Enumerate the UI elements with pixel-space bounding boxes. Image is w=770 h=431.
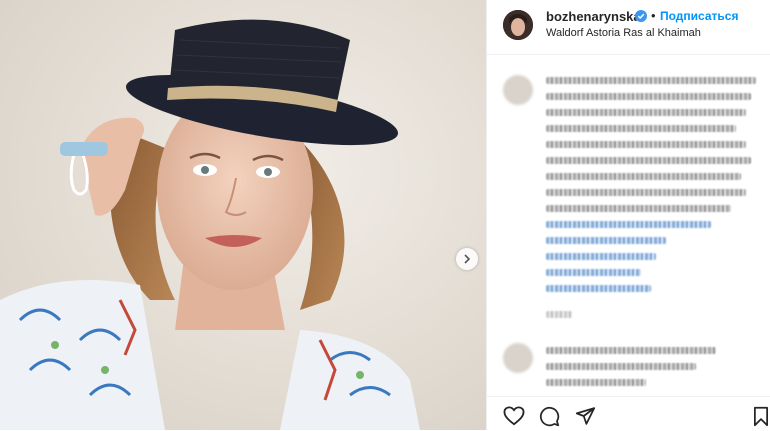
blurred-comment — [546, 363, 696, 370]
bookmark-icon[interactable] — [753, 406, 769, 427]
blurred-hashtags[interactable] — [546, 269, 641, 276]
post-header: bozhenarynska • Подписаться Waldorf Asto… — [487, 0, 770, 55]
comments-section — [487, 55, 770, 395]
heart-icon[interactable] — [503, 406, 525, 426]
comment-icon[interactable] — [539, 406, 560, 427]
blurred-timestamp — [546, 311, 572, 318]
blurred-hashtags[interactable] — [546, 285, 651, 292]
separator-dot: • — [651, 8, 656, 23]
next-photo-button[interactable] — [456, 248, 478, 270]
share-icon[interactable] — [575, 406, 596, 426]
follow-button[interactable]: Подписаться — [660, 9, 738, 23]
caption-avatar[interactable] — [503, 75, 533, 105]
blurred-comment — [546, 379, 646, 386]
avatar[interactable] — [503, 10, 533, 40]
blurred-text — [546, 189, 746, 196]
blurred-text — [546, 157, 751, 164]
blurred-text — [546, 173, 741, 180]
username-link[interactable]: bozhenarynska — [546, 9, 641, 24]
avatar-image — [503, 10, 533, 40]
blurred-hashtags[interactable] — [546, 253, 656, 260]
blurred-text — [546, 141, 746, 148]
location-link[interactable]: Waldorf Astoria Ras al Khaimah — [546, 27, 701, 39]
blurred-comment — [546, 347, 716, 354]
post-photo[interactable] — [0, 0, 486, 430]
blurred-text — [546, 125, 736, 132]
blurred-text — [546, 77, 756, 84]
blurred-text — [546, 109, 746, 116]
commenter-avatar[interactable] — [503, 343, 533, 373]
blurred-hashtags[interactable] — [546, 221, 711, 228]
post-actions — [487, 396, 770, 431]
blurred-text — [546, 205, 731, 212]
post-side-panel: bozhenarynska • Подписаться Waldorf Asto… — [486, 0, 770, 430]
blurred-text — [546, 93, 751, 100]
blurred-hashtags[interactable] — [546, 237, 666, 244]
verified-badge-icon — [635, 10, 647, 22]
photo-image — [0, 0, 486, 430]
chevron-right-icon — [464, 254, 471, 264]
